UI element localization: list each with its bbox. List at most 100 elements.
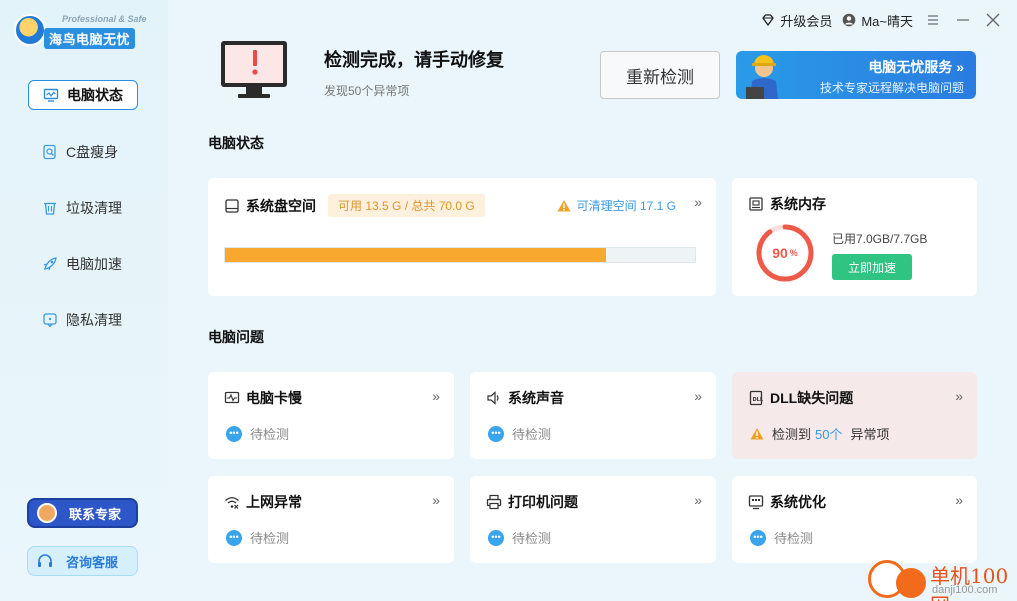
problem-card-network[interactable]: 上网异常 » ••• 待检测 <box>208 476 454 563</box>
logo-title: 海鸟电脑无忧 <box>44 28 136 49</box>
chevron-right-icon[interactable]: » <box>955 492 963 508</box>
contact-expert-button[interactable]: 联系专家 <box>27 498 138 528</box>
upgrade-vip-button[interactable]: 升级会员 <box>761 11 832 30</box>
chevron-right-icon[interactable]: » <box>432 492 440 508</box>
scan-result-title: 检测完成，请手动修复 <box>324 50 504 70</box>
rescan-button[interactable]: 重新检测 <box>600 51 720 99</box>
pending-dots-icon: ••• <box>750 529 766 546</box>
problem-card-slow[interactable]: 电脑卡慢 » ••• 待检测 <box>208 372 454 459</box>
problem-card-label: DLL缺失问题 <box>770 390 854 406</box>
svg-text:DLL: DLL <box>753 397 764 403</box>
sidebar-item-c-drive[interactable]: C盘瘦身 <box>28 137 138 167</box>
problem-card-status: ••• 待检测 <box>226 528 289 547</box>
promo-subtitle: 技术专家远程解决电脑问题 <box>819 81 964 95</box>
titlebar: 升级会员 Ma~晴天 <box>761 10 1003 30</box>
disk-space-label: 系统盘空间 <box>246 197 316 214</box>
pending-dots-icon: ••• <box>226 529 242 546</box>
cleanable-space-link[interactable]: 可清理空间 17.1 G <box>557 197 676 214</box>
user-account[interactable]: Ma~晴天 <box>842 11 913 30</box>
expert-avatar-icon <box>37 503 57 523</box>
problem-card-label: 电脑卡慢 <box>246 390 302 406</box>
problem-card-status: ••• 待检测 <box>488 424 551 443</box>
chevron-right-icon[interactable]: » <box>694 492 702 508</box>
problem-card-status: ••• 待检测 <box>226 424 289 443</box>
dll-icon: DLL <box>748 390 764 406</box>
site-watermark: 单机100网 danji100.com <box>868 558 1017 601</box>
headset-icon <box>36 552 54 570</box>
menu-icon[interactable] <box>923 10 943 30</box>
problem-card-dll[interactable]: DLL DLL缺失问题 » 检测到 50个 异常项 <box>732 372 977 459</box>
disk-usage-progress <box>224 247 696 263</box>
upgrade-vip-label: 升级会员 <box>780 13 833 29</box>
monitor-icon <box>43 87 59 103</box>
promo-title: 电脑无忧服务 » <box>868 59 964 75</box>
minimize-icon[interactable] <box>953 10 973 30</box>
problem-card-header: 系统优化 <box>748 492 826 512</box>
dll-status-suffix: 异常项 <box>850 427 890 442</box>
memory-used-text: 已用7.0GB/7.7GB <box>832 232 928 246</box>
problem-card-status: ••• 待检测 <box>488 528 551 547</box>
memory-card: 系统内存 90% 已用7.0GB/7.7GB 立即加速 <box>732 178 977 296</box>
sidebar-item-privacy[interactable]: 隐私清理 <box>28 305 138 335</box>
disk-space-header: 系统盘空间 可用 13.5 G / 总共 70.0 G <box>224 194 485 217</box>
warning-icon <box>750 427 764 441</box>
chevron-right-icon[interactable]: » <box>955 388 963 404</box>
logo-subtitle: Professional & Safe <box>62 14 147 24</box>
dll-issue-count: 50个 <box>815 427 843 442</box>
problem-card-status-text: 待检测 <box>512 427 552 442</box>
optimize-icon <box>748 494 764 510</box>
trash-icon <box>42 200 58 216</box>
problem-card-label: 打印机问题 <box>508 494 578 510</box>
problem-card-optimize[interactable]: 系统优化 » ••• 待检测 <box>732 476 977 563</box>
sidebar-item-speedup[interactable]: 电脑加速 <box>28 249 138 279</box>
memory-header: 系统内存 <box>748 194 826 214</box>
disk-usage-pill: 可用 13.5 G / 总共 70.0 G <box>328 194 485 217</box>
boost-now-button[interactable]: 立即加速 <box>832 254 912 280</box>
watermark-logo-dot-icon <box>896 568 926 598</box>
rocket-icon <box>42 256 58 272</box>
pending-dots-icon: ••• <box>226 425 242 442</box>
alert-monitor-icon <box>218 38 294 102</box>
customer-service-button[interactable]: 咨询客服 <box>27 546 138 576</box>
problem-card-header: DLL DLL缺失问题 <box>748 388 853 408</box>
warning-icon <box>557 199 571 213</box>
problem-card-printer[interactable]: 打印机问题 » ••• 待检测 <box>470 476 716 563</box>
username: Ma~晴天 <box>861 13 913 29</box>
chevron-right-icon[interactable]: » <box>694 194 702 210</box>
watermark-url: danji100.com <box>932 584 998 596</box>
sidebar-item-label: C盘瘦身 <box>66 144 119 160</box>
printer-icon <box>486 494 502 510</box>
privacy-icon <box>42 312 58 328</box>
dll-status-prefix: 检测到 <box>772 427 812 442</box>
disk-space-card: 系统盘空间 可用 13.5 G / 总共 70.0 G 可清理空间 17.1 G… <box>208 178 716 296</box>
problem-card-sound[interactable]: 系统声音 » ••• 待检测 <box>470 372 716 459</box>
problem-card-status-text: 待检测 <box>250 427 290 442</box>
disk-search-icon <box>42 144 58 160</box>
chevron-right-icon[interactable]: » <box>694 388 702 404</box>
problem-card-label: 系统声音 <box>508 390 564 406</box>
cleanable-space-label: 可清理空间 17.1 G <box>576 199 676 213</box>
pending-dots-icon: ••• <box>488 529 504 546</box>
scan-result-subtitle: 发现50个异常项 <box>324 84 410 98</box>
sidebar-item-junk-clean[interactable]: 垃圾清理 <box>28 193 138 223</box>
problem-card-header: 系统声音 <box>486 388 564 408</box>
logo-mascot-icon <box>14 14 46 46</box>
memory-label: 系统内存 <box>770 196 826 212</box>
close-icon[interactable] <box>983 10 1003 30</box>
sidebar-item-label: 垃圾清理 <box>66 200 122 216</box>
app-logo: Professional & Safe 海鸟电脑无忧 <box>14 12 154 52</box>
memory-percent: 90% <box>754 222 816 284</box>
sidebar-item-pc-status[interactable]: 电脑状态 <box>28 80 138 110</box>
memory-percent-unit: % <box>789 248 798 258</box>
pending-dots-icon: ••• <box>488 425 504 442</box>
problem-card-header: 打印机问题 <box>486 492 578 512</box>
user-icon <box>842 13 856 27</box>
chevron-right-icon[interactable]: » <box>432 388 440 404</box>
pc-problems-heading: 电脑问题 <box>208 329 264 345</box>
memory-percent-value: 90 <box>772 245 788 261</box>
service-promo-banner[interactable]: 电脑无忧服务 » 技术专家远程解决电脑问题 <box>736 51 976 99</box>
problem-card-status: 检测到 50个 异常项 <box>750 424 890 443</box>
problem-card-status-text: 待检测 <box>512 531 552 546</box>
problem-card-label: 上网异常 <box>246 494 302 510</box>
sidebar-item-label: 电脑状态 <box>67 87 123 103</box>
